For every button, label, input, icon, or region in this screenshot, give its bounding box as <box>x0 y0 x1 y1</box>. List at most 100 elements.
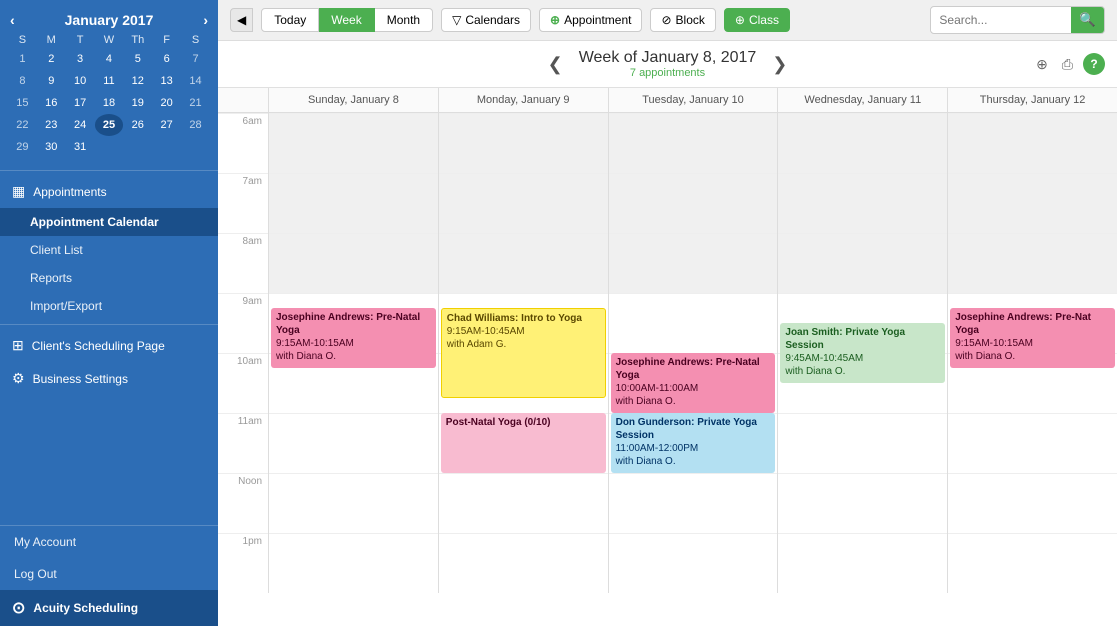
day-headers: Sunday, January 8 Monday, January 9 Tues… <box>218 88 1117 113</box>
mini-cal-day[interactable]: 22 <box>8 114 37 136</box>
mini-cal-day[interactable]: 9 <box>37 70 66 92</box>
mini-cal-day[interactable]: 21 <box>181 92 210 114</box>
mini-cal-day[interactable]: 14 <box>181 70 210 92</box>
appointment-a6[interactable]: Joan Smith: Private Yoga Session9:45AM-1… <box>780 323 945 383</box>
zoom-button[interactable]: ⊕ <box>1032 54 1052 75</box>
time-slot[interactable] <box>778 233 947 293</box>
time-slot[interactable] <box>269 113 438 173</box>
month-button[interactable]: Month <box>375 8 433 32</box>
mini-cal-day[interactable]: 20 <box>152 92 181 114</box>
calendar-grid-container[interactable]: Sunday, January 8 Monday, January 9 Tues… <box>218 88 1117 626</box>
mini-cal-day[interactable]: 27 <box>152 114 181 136</box>
mini-cal-next[interactable]: › <box>203 12 208 28</box>
mini-cal-day[interactable]: 19 <box>123 92 152 114</box>
time-slot[interactable] <box>778 533 947 593</box>
next-week-button[interactable]: ❯ <box>768 54 791 75</box>
time-slot[interactable] <box>778 413 947 473</box>
time-slot[interactable] <box>948 413 1117 473</box>
my-account-item[interactable]: My Account <box>0 526 218 558</box>
mini-cal-day[interactable]: 3 <box>66 48 95 70</box>
mini-cal-day[interactable]: 31 <box>66 136 95 158</box>
mini-cal-day[interactable]: 8 <box>8 70 37 92</box>
mini-cal-day[interactable]: 25 <box>95 114 124 136</box>
mini-cal-day[interactable]: 5 <box>123 48 152 70</box>
appointment-a2[interactable]: Chad Williams: Intro to Yoga9:15AM-10:45… <box>441 308 606 398</box>
time-slot[interactable] <box>948 233 1117 293</box>
time-slot[interactable] <box>948 173 1117 233</box>
day-column-monday: Chad Williams: Intro to Yoga9:15AM-10:45… <box>438 113 608 593</box>
time-slot[interactable] <box>439 113 608 173</box>
sidebar-business-settings[interactable]: ⚙ Business Settings <box>0 362 218 395</box>
time-slot[interactable] <box>269 173 438 233</box>
mini-cal-grid: SMTWThFS 1234567891011121314151617181920… <box>8 32 210 158</box>
time-slot[interactable] <box>948 113 1117 173</box>
time-slot[interactable] <box>439 533 608 593</box>
top-bar: ◀ Today Week Month ▽ Calendars ⊕ Appoint… <box>218 0 1117 41</box>
sidebar-scheduling-page[interactable]: ⊞ Client's Scheduling Page <box>0 329 218 362</box>
mini-cal-day[interactable]: 13 <box>152 70 181 92</box>
sidebar-section-appointments[interactable]: ▦ Appointments <box>0 175 218 208</box>
sidebar-nav-reports[interactable]: Reports <box>0 264 218 292</box>
mini-cal-day[interactable]: 11 <box>95 70 124 92</box>
time-slot[interactable] <box>609 233 778 293</box>
time-slot[interactable] <box>778 113 947 173</box>
print-button[interactable]: ⎙ <box>1058 54 1077 75</box>
mini-cal-day[interactable]: 24 <box>66 114 95 136</box>
mini-cal-day[interactable]: 28 <box>181 114 210 136</box>
collapse-sidebar-button[interactable]: ◀ <box>230 8 253 32</box>
mini-cal-day[interactable]: 6 <box>152 48 181 70</box>
time-slot[interactable] <box>609 113 778 173</box>
time-slot[interactable] <box>609 293 778 353</box>
mini-cal-prev[interactable]: ‹ <box>10 12 15 28</box>
time-slot[interactable] <box>609 533 778 593</box>
time-slot[interactable] <box>439 173 608 233</box>
appointment-a1[interactable]: Josephine Andrews: Pre-Natal Yoga9:15AM-… <box>271 308 436 368</box>
mini-cal-day[interactable]: 1 <box>8 48 37 70</box>
mini-cal-day[interactable]: 4 <box>95 48 124 70</box>
time-slot[interactable] <box>439 473 608 533</box>
mini-cal-day[interactable]: 30 <box>37 136 66 158</box>
time-slot[interactable] <box>269 233 438 293</box>
new-appointment-button[interactable]: ⊕ Appointment <box>539 8 642 32</box>
search-input[interactable] <box>931 9 1071 31</box>
sidebar-nav-import/export[interactable]: Import/Export <box>0 292 218 320</box>
prev-week-button[interactable]: ❮ <box>544 54 567 75</box>
appointment-a3[interactable]: Post-Natal Yoga (0/10) <box>441 413 606 473</box>
mini-cal-day[interactable]: 29 <box>8 136 37 158</box>
mini-cal-day[interactable]: 2 <box>37 48 66 70</box>
time-slot[interactable] <box>269 473 438 533</box>
time-slot[interactable] <box>609 173 778 233</box>
time-slot[interactable] <box>609 473 778 533</box>
mini-cal-day[interactable]: 18 <box>95 92 124 114</box>
time-slot[interactable] <box>778 173 947 233</box>
mini-cal-day[interactable]: 10 <box>66 70 95 92</box>
mini-cal-day[interactable]: 17 <box>66 92 95 114</box>
mini-cal-day[interactable]: 23 <box>37 114 66 136</box>
today-button[interactable]: Today <box>261 8 319 32</box>
time-slot[interactable] <box>778 473 947 533</box>
sidebar-logo: ⊙ Acuity Scheduling <box>0 590 218 626</box>
mini-cal-day[interactable]: 16 <box>37 92 66 114</box>
time-slot[interactable] <box>948 473 1117 533</box>
help-button[interactable]: ? <box>1083 53 1105 75</box>
plus-icon: ⊕ <box>550 13 560 27</box>
appointment-a7[interactable]: Josephine Andrews: Pre-Nat Yoga9:15AM-10… <box>950 308 1115 368</box>
appointment-a4[interactable]: Josephine Andrews: Pre-Natal Yoga10:00AM… <box>611 353 776 413</box>
time-slot[interactable] <box>948 533 1117 593</box>
time-slot[interactable] <box>269 413 438 473</box>
mini-cal-day[interactable]: 15 <box>8 92 37 114</box>
sidebar-nav-client-list[interactable]: Client List <box>0 236 218 264</box>
appointment-a5[interactable]: Don Gunderson: Private Yoga Session11:00… <box>611 413 776 473</box>
mini-cal-day[interactable]: 12 <box>123 70 152 92</box>
time-slot[interactable] <box>439 233 608 293</box>
calendars-button[interactable]: ▽ Calendars <box>441 8 531 32</box>
class-button[interactable]: ⊕ Class <box>724 8 790 32</box>
time-slot[interactable] <box>269 533 438 593</box>
block-button[interactable]: ⊘ Block <box>650 8 715 32</box>
log-out-item[interactable]: Log Out <box>0 558 218 590</box>
mini-cal-day[interactable]: 7 <box>181 48 210 70</box>
sidebar-nav-appointment-calendar[interactable]: Appointment Calendar <box>0 208 218 236</box>
search-button[interactable]: 🔍 <box>1071 7 1104 33</box>
week-button[interactable]: Week <box>319 8 374 32</box>
mini-cal-day[interactable]: 26 <box>123 114 152 136</box>
